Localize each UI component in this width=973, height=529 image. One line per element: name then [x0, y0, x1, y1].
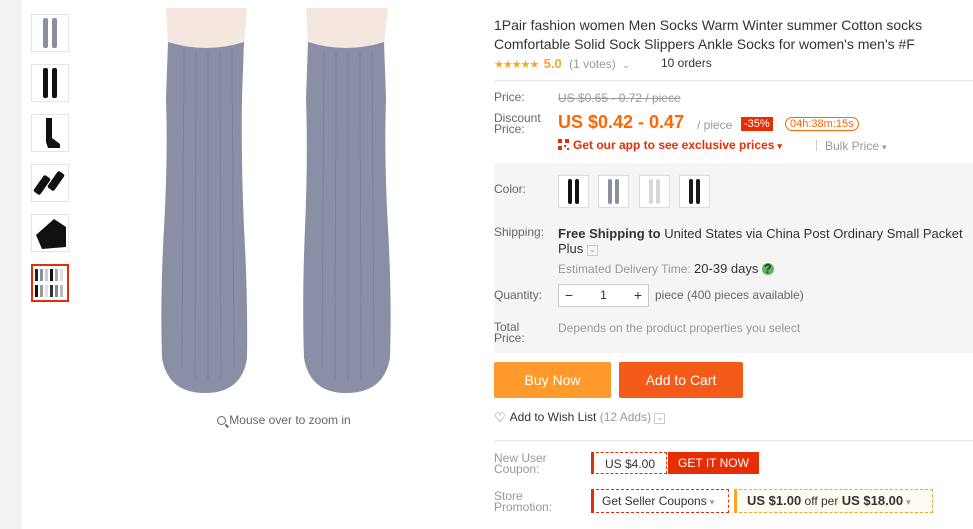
add-to-cart-button[interactable]: Add to Cart	[619, 362, 743, 398]
quantity-label: Quantity:	[494, 288, 543, 302]
quantity-available: piece (400 pieces available)	[655, 288, 804, 302]
new-user-coupon-value: US $4.00	[591, 452, 667, 474]
app-promo-link[interactable]: Get our app to see exclusive prices ▾	[558, 138, 782, 152]
thumbnail-all-colors[interactable]	[31, 264, 69, 302]
quantity-stepper: − 1 +	[558, 284, 649, 307]
bulk-price-dropdown[interactable]: Bulk Price ▾	[825, 139, 887, 153]
divider	[494, 80, 973, 81]
shipping-label: Shipping:	[494, 225, 545, 239]
delivery-days: 20-39 days	[694, 261, 759, 276]
divider	[816, 140, 817, 151]
order-count: 10 orders	[661, 56, 712, 70]
discount-badge: -35%	[741, 117, 773, 131]
main-product-image[interactable]	[84, 8, 484, 403]
color-swatch-dark[interactable]	[679, 175, 710, 208]
per-piece-unit: / piece	[697, 118, 733, 132]
quantity-decrease-button[interactable]: −	[559, 285, 579, 306]
original-price: US $0.65 - 0.72 / piece	[558, 91, 681, 105]
color-label: Color:	[494, 182, 527, 196]
chevron-down-icon[interactable]: ⌄	[586, 245, 598, 256]
thumbnail-folded-socks[interactable]	[31, 164, 69, 202]
color-swatch-black[interactable]	[558, 175, 589, 208]
get-seller-coupons-dropdown[interactable]: Get Seller Coupons ▾	[591, 489, 729, 513]
rating-score: 5.0	[543, 56, 562, 71]
product-page: Mouse over to zoom in 1Pair fashion wome…	[22, 0, 973, 529]
shipping-method[interactable]: Free Shipping to United States via China…	[558, 226, 963, 256]
total-price-label-line2: Price:	[494, 331, 525, 345]
wishlist-count: (12 Adds)	[599, 410, 652, 424]
chevron-down-icon: ⌄	[622, 60, 630, 70]
socks-illustration	[161, 8, 391, 393]
help-icon[interactable]: ?	[761, 262, 774, 275]
thumbnail-single-sock[interactable]	[31, 114, 69, 152]
quantity-input[interactable]: 1	[579, 285, 628, 306]
color-swatch-white[interactable]	[639, 175, 670, 208]
price-label: Price:	[494, 90, 525, 104]
discount-price: US $0.42 - 0.47	[558, 112, 685, 132]
thumbnail-black-socks[interactable]	[31, 64, 69, 102]
caret-down-icon: ▾	[882, 142, 887, 152]
quantity-increase-button[interactable]: +	[628, 285, 648, 306]
qr-code-icon	[558, 139, 569, 150]
store-promotion-label-line2: Promotion:	[494, 500, 553, 514]
heart-icon: ♡	[494, 410, 506, 425]
get-it-now-button[interactable]: GET IT NOW	[668, 452, 759, 474]
discount-label-line2: Price:	[494, 122, 525, 136]
thumbnail-flat-sock[interactable]	[31, 214, 69, 252]
caret-down-icon: ▾	[906, 497, 911, 507]
buy-now-button[interactable]: Buy Now	[494, 362, 611, 398]
rating-stars-icon: ★★★★★	[494, 59, 539, 71]
product-info-panel: 1Pair fashion women Men Socks Warm Winte…	[494, 0, 973, 529]
add-to-wishlist[interactable]: ♡ Add to Wish List (12 Adds) ⌄	[494, 410, 666, 426]
zoom-hint: Mouse over to zoom in	[84, 413, 484, 427]
estimated-delivery: Estimated Delivery Time: 20-39 days ?	[558, 261, 774, 276]
magnifier-icon	[217, 416, 227, 425]
total-price-note: Depends on the product properties you se…	[558, 321, 801, 335]
caret-down-icon: ▾	[709, 497, 715, 507]
product-title: 1Pair fashion women Men Socks Warm Winte…	[494, 17, 923, 52]
thumbnail-gray-socks[interactable]	[31, 14, 69, 52]
thumbnail-strip	[31, 14, 71, 314]
caret-down-icon: ▾	[777, 141, 782, 151]
new-user-coupon-label-line2: Coupon:	[494, 462, 540, 476]
store-deal-dropdown[interactable]: US $1.00 off per US $18.00 ▾	[734, 489, 933, 513]
color-swatch-gray[interactable]	[598, 175, 629, 208]
chevron-down-icon[interactable]: ⌄	[654, 413, 666, 424]
divider	[494, 440, 973, 441]
rating-votes: (1 votes)	[569, 57, 616, 71]
rating-summary[interactable]: ★★★★★ 5.0 (1 votes) ⌄	[494, 56, 630, 71]
countdown-timer: 04h:38m:15s	[785, 117, 859, 131]
